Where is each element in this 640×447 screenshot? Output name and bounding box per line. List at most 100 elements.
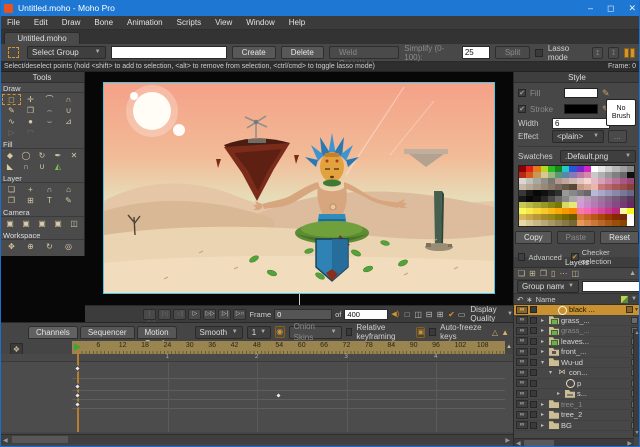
binoculars-icon[interactable]: ∞ bbox=[516, 421, 528, 429]
count-dropdown[interactable]: 1 ▼ bbox=[247, 326, 271, 339]
tool-magnet[interactable]: ∪ bbox=[59, 105, 78, 116]
tool-rotate-layer[interactable]: ∩ bbox=[40, 184, 59, 195]
tool-layer-selector[interactable]: ⊞ bbox=[21, 195, 40, 206]
layers-collapse-icon[interactable]: ▲ bbox=[629, 270, 636, 277]
timeline-ruler[interactable]: 6121824303642485460667278849096102108 bbox=[72, 341, 505, 354]
binoculars-icon[interactable]: ∞ bbox=[516, 337, 528, 345]
ruler-scroll-up-icon[interactable]: ▲ bbox=[505, 341, 513, 354]
menu-animation[interactable]: Animation bbox=[120, 16, 170, 30]
tool-transform-layer[interactable]: + bbox=[21, 184, 40, 195]
display-quality-dropdown[interactable]: Display Quality bbox=[470, 305, 504, 323]
layer-visibility-checkbox[interactable] bbox=[530, 306, 537, 313]
tool-roll-camera[interactable]: ▣ bbox=[34, 218, 50, 229]
layer-visibility-checkbox[interactable] bbox=[530, 390, 537, 397]
tool-select-points[interactable]: ◻ bbox=[2, 94, 21, 105]
layer-row[interactable]: ∞▸s... bbox=[514, 389, 640, 400]
total-frames-input[interactable] bbox=[344, 309, 388, 320]
tool-select-shape[interactable]: ◆ bbox=[2, 150, 18, 161]
tool-translate-points[interactable]: ✛ bbox=[21, 94, 40, 105]
tool-create-shape[interactable]: ◯ bbox=[18, 150, 34, 161]
expand-icon[interactable]: ▸ bbox=[541, 422, 547, 429]
tool-add-point[interactable]: ✎ bbox=[2, 105, 21, 116]
scroll-down-icon[interactable]: ▼ bbox=[634, 430, 640, 436]
menu-scripts[interactable]: Scripts bbox=[170, 16, 208, 30]
advanced-checkbox[interactable] bbox=[518, 253, 525, 261]
binoculars-icon[interactable]: ∞ bbox=[516, 390, 528, 398]
layer-visibility-checkbox[interactable] bbox=[530, 422, 537, 429]
simplify-input[interactable] bbox=[462, 46, 490, 59]
menu-bone[interactable]: Bone bbox=[87, 16, 120, 30]
menu-help[interactable]: Help bbox=[282, 16, 312, 30]
expand-icon[interactable]: ▸ bbox=[541, 401, 547, 408]
tool-freehand[interactable]: ⌣ bbox=[40, 116, 59, 127]
current-frame-input[interactable] bbox=[274, 309, 332, 320]
layers-horizontal-scrollbar[interactable]: ◀ ▶ bbox=[514, 438, 634, 447]
go-to-start-button[interactable]: |◁◁ bbox=[143, 309, 156, 320]
timeline-tab-channels[interactable]: Channels bbox=[28, 326, 78, 339]
keyframe[interactable] bbox=[74, 365, 81, 372]
stroke-checkbox[interactable]: ✔ bbox=[518, 105, 526, 113]
palette-swatch[interactable] bbox=[598, 220, 605, 226]
expand-icon[interactable]: ▸ bbox=[541, 327, 547, 334]
expand-icon[interactable]: ▸ bbox=[541, 317, 547, 324]
next-keyframe-button[interactable]: ▷| bbox=[218, 309, 231, 320]
palette-swatch[interactable] bbox=[584, 220, 591, 226]
layer-row[interactable]: ∞▾⋈con... bbox=[514, 368, 640, 379]
shrink-selection-button[interactable]: ↧ bbox=[608, 47, 619, 59]
keyframe-tool-icon[interactable]: ▣ bbox=[416, 327, 425, 338]
play-button[interactable]: ▷ bbox=[188, 309, 201, 320]
tool-line-width[interactable]: ◣ bbox=[2, 161, 18, 172]
binoculars-icon[interactable]: ∞ bbox=[516, 411, 528, 419]
tool-orbit-workspace[interactable]: ◎ bbox=[59, 241, 78, 252]
layer-visibility-checkbox[interactable] bbox=[530, 411, 537, 418]
menu-file[interactable]: File bbox=[0, 16, 27, 30]
layer-visibility-checkbox[interactable] bbox=[530, 401, 537, 408]
scroll-right-icon[interactable]: ▶ bbox=[627, 440, 632, 447]
fill-pencil-icon[interactable]: ✎ bbox=[602, 88, 610, 99]
no-brush-button[interactable]: No Brush bbox=[606, 99, 636, 126]
scrollbar-thumb[interactable] bbox=[524, 440, 554, 446]
swatches-dropdown[interactable]: .Default.png ▼ bbox=[560, 150, 636, 163]
canvas-document[interactable] bbox=[103, 82, 495, 294]
tool-insert-text[interactable]: T bbox=[40, 195, 59, 206]
tool-paint-bucket[interactable]: ↻ bbox=[34, 150, 50, 161]
binoculars-icon[interactable]: ∞ bbox=[516, 306, 528, 314]
binoculars-icon[interactable]: ∞ bbox=[516, 369, 528, 377]
palette-swatch[interactable] bbox=[591, 220, 598, 226]
palette-swatch[interactable] bbox=[627, 220, 634, 226]
layer-row[interactable]: ∞▸tree_1 bbox=[514, 400, 640, 411]
tool-zoom-workspace[interactable]: ⊕ bbox=[21, 241, 40, 252]
binoculars-icon[interactable]: ∞ bbox=[516, 400, 528, 408]
layer-row[interactable]: ∞▸grass_... bbox=[514, 316, 640, 327]
tool-rotate-points[interactable]: ∩ bbox=[59, 94, 78, 105]
duplicate-layer-button[interactable]: ⊞ bbox=[529, 269, 536, 278]
binoculars-icon[interactable]: ∞ bbox=[516, 348, 528, 356]
tool-rotate-workspace[interactable]: ↻ bbox=[40, 241, 59, 252]
tool-delete-shape[interactable]: ✕ bbox=[66, 150, 82, 161]
weld-crossings-button[interactable]: Weld Crossings bbox=[329, 46, 399, 59]
binoculars-icon[interactable]: ∞ bbox=[516, 327, 528, 335]
tool-curvature[interactable]: ⌢ bbox=[40, 105, 59, 116]
layer-row[interactable]: ∞▸front_... bbox=[514, 347, 640, 358]
palette-swatch[interactable] bbox=[541, 220, 548, 226]
scroll-right-icon[interactable]: ▶ bbox=[505, 437, 510, 444]
layer-visibility-checkbox[interactable] bbox=[530, 348, 537, 355]
close-button[interactable]: ✕ bbox=[628, 3, 636, 14]
onion-skin-toggle-icon[interactable]: ◉ bbox=[275, 326, 285, 338]
fill-checkbox[interactable]: ✔ bbox=[518, 89, 526, 97]
split-button[interactable]: Split bbox=[495, 46, 531, 59]
tool-pan-tilt-camera[interactable]: ▣ bbox=[50, 218, 66, 229]
split-horizontal-view-icon[interactable]: ⊟ bbox=[424, 310, 434, 319]
tool-orbit-camera[interactable]: ◫ bbox=[66, 218, 82, 229]
chevron-down-icon[interactable]: ▾ bbox=[635, 306, 638, 313]
layer-visibility-checkbox[interactable] bbox=[530, 317, 537, 324]
tool-shape-extra[interactable]: ◠ bbox=[21, 127, 40, 138]
tool-stroke-exposure[interactable]: ∪ bbox=[34, 161, 50, 172]
palette-swatch[interactable] bbox=[519, 220, 526, 226]
layer-visibility-checkbox[interactable] bbox=[530, 380, 537, 387]
timeline-zoom-out-icon[interactable]: △ bbox=[492, 328, 498, 337]
tool-zoom-camera[interactable]: ▣ bbox=[18, 218, 34, 229]
scroll-left-icon[interactable]: ◀ bbox=[516, 440, 521, 447]
playhead-marker[interactable] bbox=[74, 343, 81, 351]
tool-pan-workspace[interactable]: ✥ bbox=[2, 241, 21, 252]
